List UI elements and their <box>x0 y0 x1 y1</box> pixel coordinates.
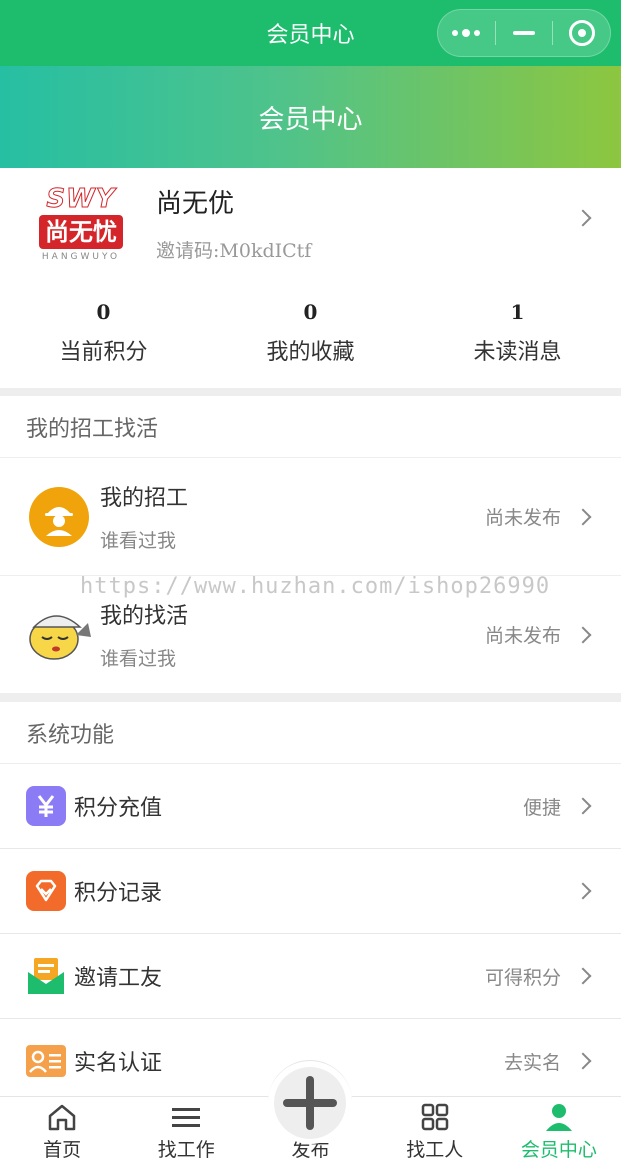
stat-label: 我的收藏 <box>266 340 355 365</box>
stats-row: 0 当前积分 0 我的收藏 1 未读消息 <box>0 278 621 388</box>
tab-find-job[interactable]: 找工作 <box>124 1097 248 1170</box>
miniprogram-capsule <box>437 9 611 57</box>
id-card-icon <box>26 1041 66 1081</box>
target-icon <box>568 20 595 46</box>
profile-card[interactable]: SWY 尚无忧 HANGWUYO 尚无优 邀请码:M0kdICtf <box>0 168 621 278</box>
tab-label: 会员中心 <box>520 1139 597 1161</box>
item-status: 尚未发布 <box>484 507 561 529</box>
logo-sub-text: HANGWUYO <box>41 251 121 262</box>
section-title-jobs: 我的招工找活 <box>0 396 621 458</box>
list-item-invite-friends[interactable]: 邀请工友 可得积分 <box>0 934 621 1019</box>
worker-icon <box>26 484 92 550</box>
more-dots-icon <box>452 29 481 37</box>
tab-label: 找工作 <box>157 1139 215 1161</box>
publish-button[interactable] <box>268 1060 352 1144</box>
list-item-points-recharge[interactable]: 积分充值 便捷 <box>0 764 621 849</box>
tab-member-center[interactable]: 会员中心 <box>497 1097 621 1170</box>
chevron-right-icon <box>574 626 592 643</box>
list-item-my-hiring[interactable]: 我的招工 谁看过我 尚未发布 <box>0 458 621 576</box>
home-icon <box>48 1104 76 1131</box>
user-name: 尚无优 <box>156 189 235 219</box>
more-button[interactable] <box>438 10 495 56</box>
avatar: SWY 尚无忧 HANGWUYO <box>24 175 138 271</box>
chevron-right-icon <box>574 508 592 525</box>
yuan-icon <box>26 786 66 826</box>
gem-icon <box>26 871 66 911</box>
chevron-right-icon <box>574 1052 592 1070</box>
item-subtitle: 谁看过我 <box>100 530 177 552</box>
list-icon <box>172 1108 201 1127</box>
stat-value: 1 <box>510 300 525 324</box>
member-center-page: 会员中心 会员中心 SWY 尚无忧 HANGWUYO 尚无优 邀请码:M0kdI… <box>0 0 621 1170</box>
divider <box>0 694 621 702</box>
divider <box>0 388 621 396</box>
logo-main-text: 尚无忧 <box>39 214 123 249</box>
list-item-points-record[interactable]: 积分记录 <box>0 849 621 934</box>
tab-home[interactable]: 首页 <box>0 1097 124 1170</box>
window-title: 会员中心 <box>266 23 355 48</box>
chevron-right-icon <box>574 797 592 815</box>
envelope-icon <box>26 956 66 996</box>
page-header: 会员中心 <box>0 66 621 168</box>
item-value: 可得积分 <box>484 966 561 989</box>
chevron-right-icon <box>574 967 592 985</box>
sleepy-face-icon <box>26 602 92 668</box>
plus-icon <box>283 1075 337 1130</box>
wechat-title-bar: 会员中心 <box>0 0 621 66</box>
page-title: 会员中心 <box>258 104 363 135</box>
list-item-my-job-search[interactable]: 我的找活 谁看过我 尚未发布 <box>0 576 621 694</box>
stat-value: 0 <box>96 300 111 324</box>
tab-find-worker[interactable]: 找工人 <box>373 1097 497 1170</box>
item-label: 积分充值 <box>74 796 163 821</box>
user-icon <box>545 1104 572 1131</box>
item-title: 我的找活 <box>100 604 189 629</box>
item-value: 便捷 <box>522 796 561 819</box>
item-status: 尚未发布 <box>484 625 561 647</box>
minimize-button[interactable] <box>496 10 553 56</box>
grid-icon <box>421 1103 448 1131</box>
item-title: 我的招工 <box>100 486 189 511</box>
item-label: 邀请工友 <box>74 966 163 991</box>
tab-label: 找工人 <box>406 1139 464 1161</box>
tab-label: 首页 <box>43 1139 82 1161</box>
minus-icon <box>513 31 535 35</box>
close-button[interactable] <box>553 10 610 56</box>
stat-unread[interactable]: 1 未读消息 <box>414 278 621 388</box>
stat-label: 当前积分 <box>59 340 148 365</box>
item-value: 去实名 <box>503 1051 561 1074</box>
logo-top-text: SWY <box>46 183 116 214</box>
item-subtitle: 谁看过我 <box>100 648 177 670</box>
chevron-right-icon <box>574 882 592 900</box>
item-label: 积分记录 <box>74 881 163 906</box>
invite-code: 邀请码:M0kdICtf <box>156 240 312 262</box>
stat-label: 未读消息 <box>473 340 562 365</box>
stat-value: 0 <box>303 300 318 324</box>
section-title-system: 系统功能 <box>0 702 621 764</box>
stat-points[interactable]: 0 当前积分 <box>0 278 207 388</box>
stat-favorites[interactable]: 0 我的收藏 <box>207 278 414 388</box>
